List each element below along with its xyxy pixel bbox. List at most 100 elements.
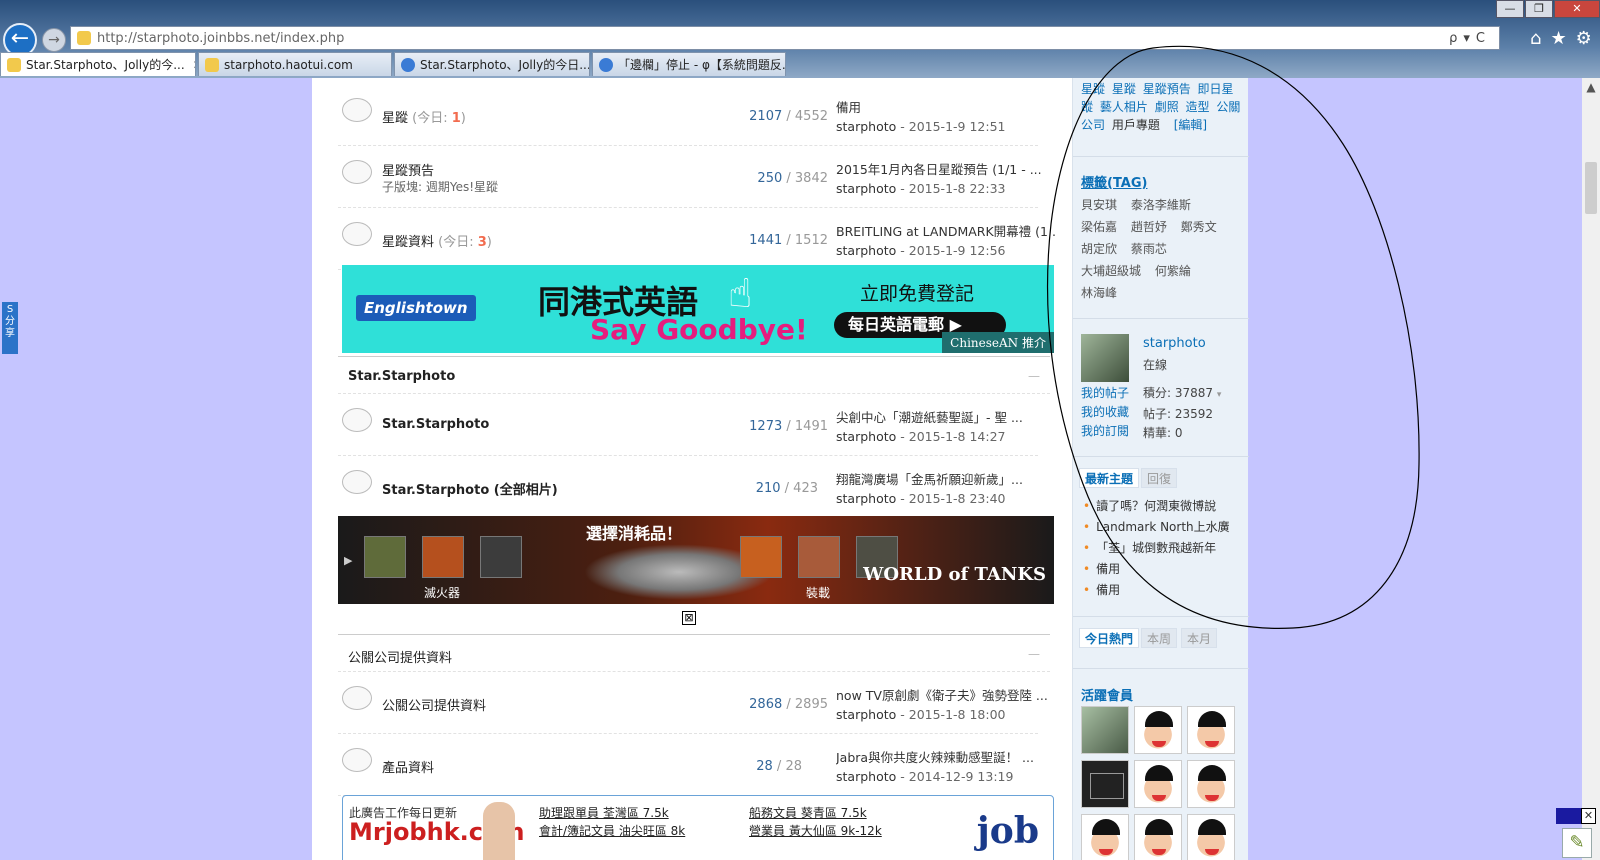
pen-icon[interactable]: ✎	[1562, 828, 1592, 858]
topic-link[interactable]: 星蹤	[1081, 82, 1105, 96]
minimize-button[interactable]: —	[1496, 0, 1524, 18]
forum-name[interactable]: 公關公司提供資料	[382, 695, 486, 714]
collapse-toggle-icon[interactable]: —	[1028, 369, 1040, 383]
job-link[interactable]: 營業員 黃大仙區 9k-12k	[749, 822, 882, 840]
scroll-thumb[interactable]	[1585, 162, 1597, 214]
avatar[interactable]	[1134, 760, 1182, 808]
widget-close-icon[interactable]: ✕	[1581, 808, 1596, 824]
englishtown-ad-banner[interactable]: Englishtown 同港式英語 ☝ Say Goodbye! 立即免費登記 …	[342, 265, 1054, 353]
topic-link[interactable]: 藝人相片	[1100, 100, 1148, 114]
tag-link[interactable]: 林海峰	[1081, 286, 1117, 300]
chevron-down-icon[interactable]: ▾	[1217, 390, 1222, 400]
section-header: 公關公司提供資料 —	[338, 634, 1050, 672]
forum-name[interactable]: 星蹤 (今日: 1)	[382, 107, 466, 126]
tag-link[interactable]: 趙哲妤	[1131, 220, 1167, 234]
avatar[interactable]	[1134, 706, 1182, 754]
section-title[interactable]: 公關公司提供資料	[348, 647, 452, 666]
forum-subforum[interactable]: 子版塊: 週期Yes!星蹤	[382, 178, 498, 195]
tab-1[interactable]: starphoto.haotui.com	[198, 52, 392, 76]
forum-last-post[interactable]: 尖創中心「潮遊紙藝聖誕」- 聖 ... starphoto - 2015-1-8 …	[836, 408, 1056, 446]
world-of-tanks-ad-banner[interactable]: ▶ 滅火器 選擇消耗品！ 裝載 WORLD of TANKS	[338, 516, 1054, 604]
job-link[interactable]: 助理跟單員 荃灣區 7.5k	[539, 804, 685, 822]
address-controls[interactable]: ρ▾C	[1449, 31, 1499, 46]
section-title[interactable]: Star.Starphoto	[348, 369, 455, 384]
forum-name[interactable]: Star.Starphoto	[382, 417, 489, 432]
forum-last-post[interactable]: BREITLING at LANDMARK開幕禮 (1 ... starphoto…	[836, 222, 1056, 260]
tag-link[interactable]: 胡定欣	[1081, 242, 1117, 256]
tab-label: starphoto.haotui.com	[224, 57, 353, 72]
tag-heading[interactable]: 標籤(TAG)	[1081, 172, 1147, 191]
avatar[interactable]	[1081, 706, 1129, 754]
tab-this-month[interactable]: 本月	[1181, 628, 1218, 648]
job-link[interactable]: 會計/簿記文員 油尖旺區 8k	[539, 822, 685, 840]
avatar[interactable]	[1081, 760, 1129, 808]
forum-last-post[interactable]: 備用 starphoto - 2015-1-9 12:51	[836, 98, 1056, 136]
close-window-button[interactable]: ✕	[1554, 0, 1600, 18]
forum-last-post[interactable]: 翔龍灣廣場「金馬祈願迎新歲」... starphoto - 2015-1-8 23…	[836, 470, 1056, 508]
list-item[interactable]: 「荃」城倒數飛越新年	[1083, 538, 1243, 559]
address-url[interactable]: http://starphoto.joinbbs.net/index.php	[97, 31, 344, 46]
tab-label: 「邊欄」停止 - φ【系統問題反...	[618, 58, 786, 72]
job-list-2: 船務文員 葵青區 7.5k 營業員 黃大仙區 9k-12k	[749, 804, 882, 840]
favorites-star-icon[interactable]: ★	[1550, 28, 1566, 49]
collapse-toggle-icon[interactable]: —	[1028, 647, 1040, 661]
vertical-scrollbar[interactable]: ▲	[1582, 78, 1600, 860]
forward-button[interactable]: →	[42, 28, 66, 52]
list-item[interactable]: 讀了嗎？何潤東微博說	[1083, 496, 1243, 517]
tab-2[interactable]: Star.Starphoto、Jolly的今日...	[394, 52, 590, 76]
share-widget[interactable]: S分享	[2, 302, 18, 354]
tag-link[interactable]: 泰洛李維斯	[1131, 198, 1191, 212]
tab-close-icon[interactable]: ✕	[193, 58, 195, 72]
tab-latest-topics[interactable]: 最新主題	[1079, 468, 1140, 488]
list-item[interactable]: 備用	[1083, 580, 1243, 601]
tab-today-hot[interactable]: 今日熱門	[1079, 628, 1140, 648]
avatar[interactable]	[1134, 814, 1182, 860]
forum-name[interactable]: 星蹤資料 (今日: 3)	[382, 231, 492, 250]
address-bar[interactable]: http://starphoto.joinbbs.net/index.php ρ…	[70, 26, 1500, 50]
topic-link[interactable]: 星蹤預告	[1143, 82, 1191, 96]
avatar[interactable]	[1081, 334, 1129, 382]
my-subscriptions-link[interactable]: 我的訂閱	[1081, 422, 1129, 441]
my-favorites-link[interactable]: 我的收藏	[1081, 403, 1129, 422]
maximize-button[interactable]: ❐	[1525, 0, 1553, 18]
tab-0[interactable]: Star.Starphoto、Jolly的今... ✕	[0, 52, 196, 76]
username-link[interactable]: starphoto	[1143, 336, 1206, 351]
tag-link[interactable]: 蔡雨芯	[1131, 242, 1167, 256]
forum-name[interactable]: 產品資料	[382, 757, 434, 776]
section-header: Star.Starphoto —	[338, 356, 1050, 394]
jobs-ad-banner[interactable]: 此廣告工作每日更新 Mrjobhk.com 助理跟單員 荃灣區 7.5k 會計/…	[342, 795, 1054, 860]
tag-link[interactable]: 大埔超級城	[1081, 264, 1141, 278]
gear-icon[interactable]: ⚙	[1576, 28, 1592, 49]
edit-link[interactable]: [編輯]	[1174, 118, 1207, 132]
ad-close-button[interactable]: ⊠	[682, 611, 696, 625]
tab-this-week[interactable]: 本周	[1141, 628, 1178, 648]
tag-link[interactable]: 鄭秀文	[1181, 220, 1217, 234]
tag-link[interactable]: 梁佑嘉	[1081, 220, 1117, 234]
forum-row: 星蹤 (今日: 1) 2107 / 4552 備用 starphoto - 201…	[338, 84, 1038, 146]
forum-stats: 28 / 28	[756, 759, 802, 774]
tag-list: 貝安琪 泰洛李維斯 梁佑嘉 趙哲妤 鄭秀文 胡定欣 蔡雨芯 大埔超級城 何紫綸 …	[1081, 194, 1241, 304]
avatar[interactable]	[1187, 814, 1235, 860]
forum-name[interactable]: Star.Starphoto (全部相片)	[382, 479, 558, 498]
tag-link[interactable]: 何紫綸	[1155, 264, 1191, 278]
avatar[interactable]	[1187, 760, 1235, 808]
tab-replies[interactable]: 回復	[1141, 468, 1178, 488]
my-posts-link[interactable]: 我的帖子	[1081, 384, 1129, 403]
forum-stats: 2868 / 2895	[749, 697, 828, 712]
forum-last-post[interactable]: now TV原創劇《衛子夫》強勢登陸 ... starphoto - 2015-1…	[836, 686, 1056, 724]
tab-3[interactable]: 「邊欄」停止 - φ【系統問題反...	[592, 52, 786, 76]
home-icon[interactable]: ⌂	[1530, 28, 1541, 49]
avatar[interactable]	[1081, 814, 1129, 860]
avatar[interactable]	[1187, 706, 1235, 754]
forum-last-post[interactable]: 2015年1月內各日星蹤預告 (1/1 - ... starphoto - 201…	[836, 160, 1056, 198]
tag-link[interactable]: 貝安琪	[1081, 198, 1117, 212]
topic-link[interactable]: 劇照	[1155, 100, 1179, 114]
topic-link[interactable]: 星蹤	[1112, 82, 1136, 96]
list-item[interactable]: Landmark North上水廣	[1083, 517, 1243, 538]
job-link[interactable]: 船務文員 葵青區 7.5k	[749, 804, 882, 822]
forum-name[interactable]: 星蹤預告	[382, 160, 434, 179]
forum-last-post[interactable]: Jabra與你共度火辣辣動感聖誕！ ... starphoto - 2014-12…	[836, 748, 1056, 786]
scroll-up-icon[interactable]: ▲	[1582, 80, 1600, 94]
list-item[interactable]: 備用	[1083, 559, 1243, 580]
topic-link[interactable]: 造型	[1186, 100, 1210, 114]
